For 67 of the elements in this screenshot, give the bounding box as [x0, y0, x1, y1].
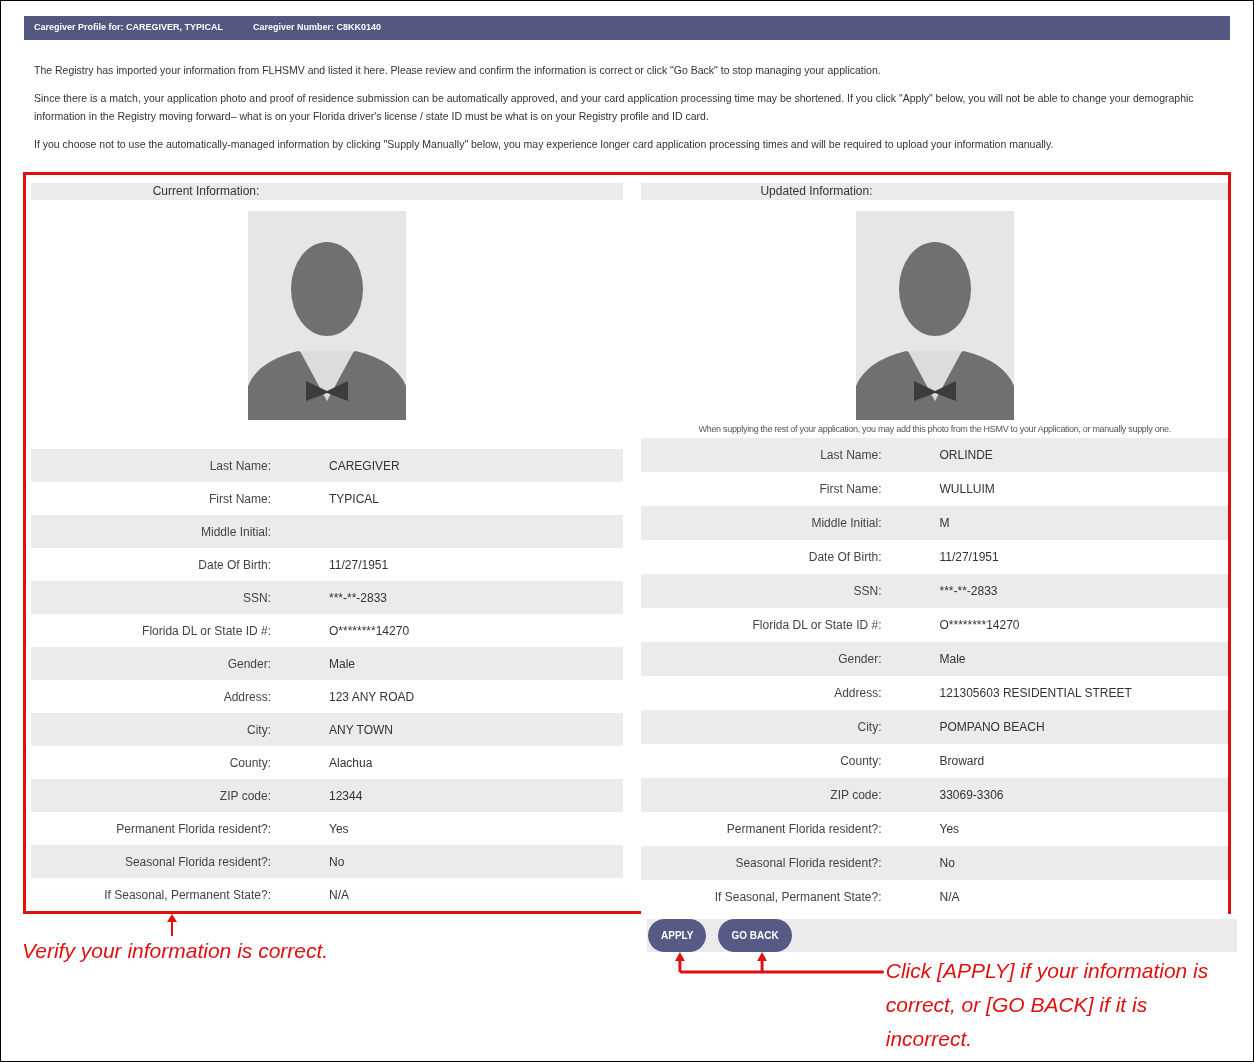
field-label: Gender:	[837, 651, 882, 668]
field-label: Last Name:	[208, 457, 271, 475]
field-value: Alachua	[329, 754, 373, 772]
field-value: 11/27/1951	[329, 556, 389, 574]
field-label: Date Of Birth:	[197, 556, 271, 574]
field-label: Address:	[833, 685, 882, 702]
panel-heading: Updated Information:	[759, 183, 874, 200]
field-value: N/A	[329, 886, 349, 904]
field-value: POMPANO BEACH	[939, 719, 1045, 736]
panel-heading: Current Information:	[151, 183, 261, 200]
field-label: Address:	[222, 688, 271, 706]
field-value: No	[329, 853, 345, 871]
caregiver-number: Caregiver Number: C8KK0140	[253, 21, 382, 35]
field-value: ***-**-2833	[939, 583, 998, 600]
annotation-text: Click [APPLY] if your information is correct, or [GO BACK] if it is incorrect.	[885, 958, 1210, 1052]
field-value: N/A	[939, 889, 960, 906]
field-label: City:	[246, 721, 271, 739]
intro-paragraph: Since there is a match, your application photo and proof of residence submission can be automatically approved, and your card application processing time may be shortened. If you click "Apply" below, you will not be able to change your demographic information in the Registry moving forward– what is on your Florida driver's license / state ID must be what is on your Registry profile and ID card.	[34, 91, 1195, 124]
field-value: ***-**-2833	[329, 589, 388, 607]
field-value: 33069-3306	[939, 787, 1004, 804]
field-value: Yes	[329, 820, 349, 838]
field-value: Yes	[939, 821, 960, 838]
intro-paragraph: If you choose not to use the automatically-managed information by clicking "Supply Manually" below, you may experience longer card application processing times and will be required to upload your information manually.	[34, 137, 1055, 152]
field-label: County:	[839, 753, 882, 770]
field-label: Middle Initial:	[199, 523, 271, 541]
field-label: SSN:	[242, 589, 271, 607]
action-button[interactable]: GO BACK	[718, 919, 792, 952]
field-label: If Seasonal, Permanent State?:	[713, 889, 882, 906]
field-label: SSN:	[852, 583, 882, 600]
field-label: ZIP code:	[829, 787, 882, 804]
field-value: No	[939, 855, 955, 872]
field-label: Gender:	[226, 655, 271, 673]
field-label: Florida DL or State ID #:	[141, 622, 271, 640]
field-label: If Seasonal, Permanent State?:	[103, 886, 271, 904]
annotation-text: Verify your information is correct.	[22, 938, 329, 964]
field-label: First Name:	[818, 481, 882, 498]
field-value: CAREGIVER	[329, 457, 400, 475]
caregiver-profile: Caregiver Profile for: CAREGIVER, TYPICAL	[34, 21, 224, 35]
photo-caption: When supplying the rest of your application, you may add this photo from the HSMV to your Application, or manually supply one.	[698, 423, 1171, 436]
field-label: County:	[228, 754, 271, 772]
field-value: 11/27/1951	[939, 549, 999, 566]
field-value: 123 ANY ROAD	[329, 688, 415, 706]
field-label: City:	[856, 719, 882, 736]
field-value: Male	[329, 655, 355, 673]
field-label: ZIP code:	[218, 787, 271, 805]
field-label: Date Of Birth:	[807, 549, 882, 566]
field-value: O********14270	[329, 622, 410, 640]
field-value: Broward	[939, 753, 985, 770]
field-label: Florida DL or State ID #:	[751, 617, 882, 634]
intro-paragraph: The Registry has imported your information from FLHSMV and listed it here. Please review and confirm the information is correct or click "Go Back" to stop managing your application.	[34, 63, 882, 78]
field-value: WULLUIM	[939, 481, 995, 498]
field-label: Seasonal Florida resident?:	[123, 853, 271, 871]
field-label: Permanent Florida resident?:	[115, 820, 271, 838]
field-value: Male	[939, 651, 966, 668]
field-label: First Name:	[208, 490, 271, 508]
field-value: 121305603 RESIDENTIAL STREET	[939, 685, 1132, 702]
field-value: TYPICAL	[329, 490, 379, 508]
field-label: Middle Initial:	[810, 515, 882, 532]
field-value: M	[939, 515, 950, 532]
action-button[interactable]: APPLY	[648, 919, 707, 952]
field-value: ORLINDE	[939, 447, 993, 464]
field-value: ANY TOWN	[329, 721, 393, 739]
field-label: Permanent Florida resident?:	[725, 821, 882, 838]
field-value: 12344	[329, 787, 363, 805]
field-label: Last Name:	[819, 447, 882, 464]
field-label: Seasonal Florida resident?:	[734, 855, 882, 872]
field-value: O********14270	[939, 617, 1020, 634]
